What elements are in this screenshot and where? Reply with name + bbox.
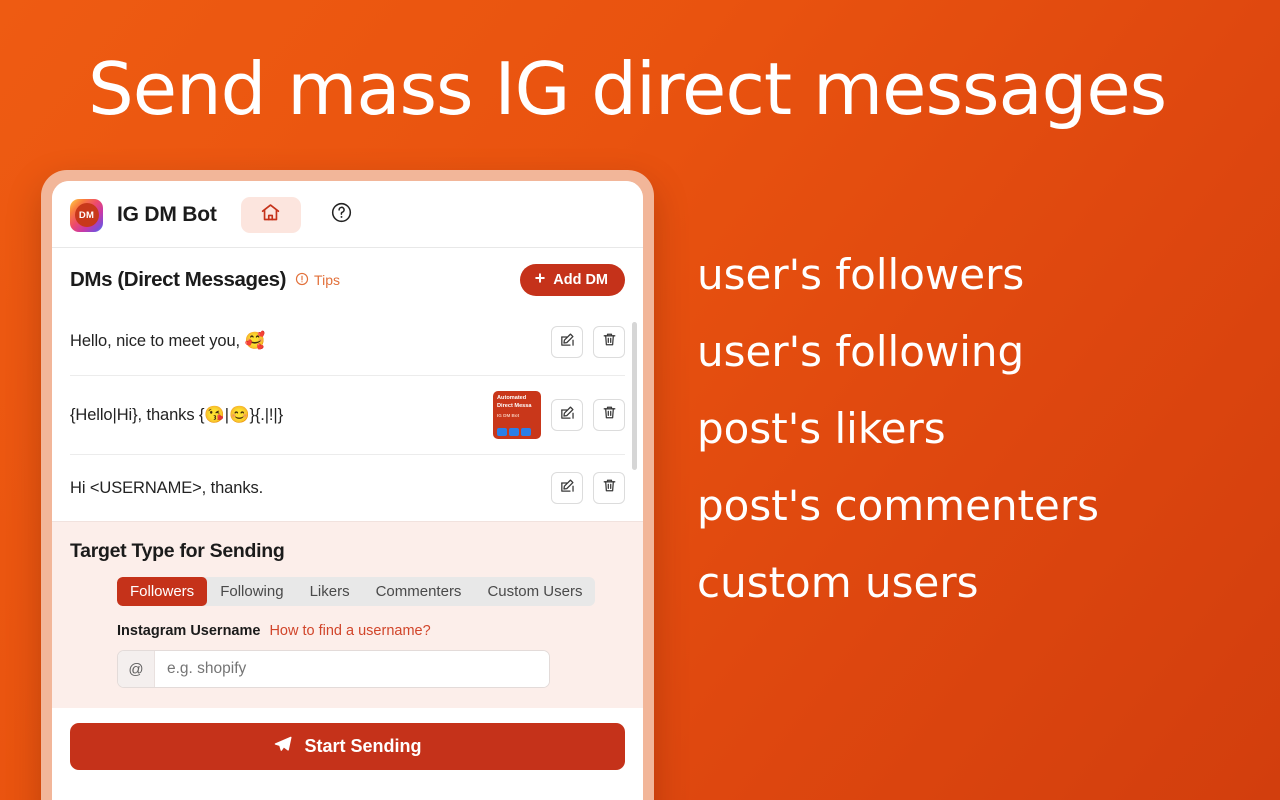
start-sending-label: Start Sending: [304, 736, 422, 756]
username-field-label: Instagram Username: [117, 623, 261, 639]
send-action-area: Start Sending: [52, 708, 643, 800]
badge-icon: [521, 428, 531, 436]
username-field-labels: Instagram Username How to find a usernam…: [117, 623, 625, 639]
help-button[interactable]: [325, 198, 359, 232]
tab-likers[interactable]: Likers: [297, 577, 363, 606]
tips-link[interactable]: Tips: [295, 272, 340, 289]
edit-dm-button[interactable]: [551, 399, 583, 431]
list-item: post's commenters: [697, 481, 1100, 530]
edit-pencil-icon: [559, 477, 576, 499]
phone-mockup-frame: DM IG DM Bot DMs (Direct Messages) Tips …: [41, 170, 654, 800]
start-sending-button[interactable]: Start Sending: [70, 723, 625, 770]
delete-dm-button[interactable]: [593, 472, 625, 504]
home-icon: [260, 202, 281, 228]
page-headline: Send mass IG direct messages: [88, 47, 1167, 131]
tips-label: Tips: [314, 272, 340, 288]
feature-list: user's followers user's following post's…: [697, 254, 1257, 604]
delete-dm-button[interactable]: [593, 325, 625, 358]
edit-dm-button[interactable]: [551, 472, 583, 504]
question-circle-icon: [330, 201, 353, 229]
dm-message-text: {Hello|Hi}, thanks {😘|😊}{.|!|}: [70, 405, 284, 424]
plus-icon: [533, 271, 547, 289]
list-item: user's following: [697, 327, 1025, 376]
dm-message-text: Hi <USERNAME>, thanks.: [70, 478, 264, 497]
tab-following[interactable]: Following: [207, 577, 296, 606]
username-input-wrapper[interactable]: @: [117, 650, 550, 688]
how-to-find-username-link[interactable]: How to find a username?: [269, 623, 430, 639]
phone-screen: DM IG DM Bot DMs (Direct Messages) Tips …: [52, 181, 643, 800]
table-row[interactable]: Hi <USERNAME>, thanks.: [70, 454, 625, 521]
list-item: custom users: [697, 558, 979, 607]
app-header: DM IG DM Bot: [52, 181, 643, 248]
tab-commenters[interactable]: Commenters: [363, 577, 475, 606]
trash-icon: [601, 331, 618, 353]
delete-dm-button[interactable]: [593, 399, 625, 431]
dm-list: Hello, nice to meet you, 🥰 {Hello|Hi}, t…: [52, 308, 643, 521]
trash-icon: [601, 477, 618, 499]
target-type-tabs: Followers Following Likers Commenters Cu…: [117, 577, 596, 606]
thumbnail-line-3: IG DM Bot: [497, 413, 520, 419]
tab-custom-users[interactable]: Custom Users: [474, 577, 595, 606]
username-input[interactable]: [155, 651, 549, 687]
app-logo-icon: DM: [70, 198, 103, 232]
add-dm-button[interactable]: Add DM: [520, 264, 625, 296]
badge-icon: [509, 428, 519, 436]
badge-icon: [497, 428, 507, 436]
app-title: IG DM Bot: [117, 203, 217, 226]
nav-home-button[interactable]: [240, 197, 301, 233]
list-item: post's likers: [697, 404, 946, 453]
table-row[interactable]: Hello, nice to meet you, 🥰: [70, 308, 625, 375]
list-item: user's followers: [697, 250, 1025, 299]
app-logo-label: DM: [74, 203, 99, 227]
thumbnail-line-1: Automated: [497, 395, 527, 401]
paper-plane-icon: [273, 734, 293, 759]
dm-section-header: DMs (Direct Messages) Tips Add DM: [52, 248, 643, 308]
target-type-section: Target Type for Sending Followers Follow…: [52, 521, 643, 708]
edit-pencil-icon: [559, 404, 576, 426]
target-type-title: Target Type for Sending: [70, 540, 285, 562]
edit-pencil-icon: [559, 331, 576, 353]
info-circle-icon: [295, 272, 309, 289]
trash-icon: [601, 404, 618, 426]
table-row[interactable]: {Hello|Hi}, thanks {😘|😊}{.|!|} Automated…: [70, 375, 625, 454]
dm-message-text: Hello, nice to meet you, 🥰: [70, 332, 265, 350]
edit-dm-button[interactable]: [551, 325, 583, 358]
at-symbol-icon: @: [118, 651, 155, 687]
dm-section-title: DMs (Direct Messages): [70, 268, 287, 291]
add-dm-label: Add DM: [553, 272, 608, 288]
dm-list-scrollbar[interactable]: [632, 322, 637, 470]
dm-attachment-thumbnail[interactable]: Automated Direct Messa IG DM Bot: [493, 391, 541, 439]
thumbnail-line-2: Direct Messa: [497, 402, 532, 409]
tab-followers[interactable]: Followers: [117, 577, 208, 606]
thumbnail-badges: [497, 428, 531, 436]
